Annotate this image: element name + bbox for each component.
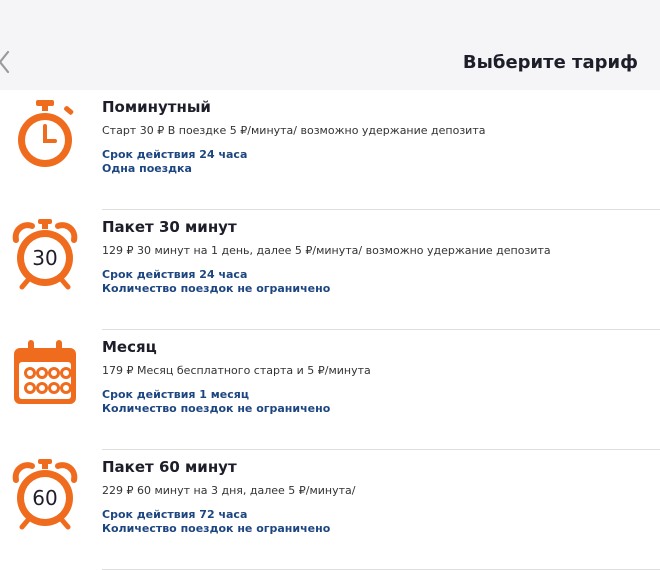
alarm-clock-60-icon: 60 (10, 456, 80, 530)
tariff-name: Пакет 30 минут (102, 218, 237, 236)
tariff-description: Старт 30 ₽ В поездке 5 ₽/минута/ возможн… (102, 124, 486, 137)
tariff-rides: Количество поездок не ограничено (102, 282, 331, 295)
alarm-clock-30-icon: 30 (10, 216, 80, 290)
badge-label: 60 (32, 486, 57, 510)
calendar-icon (10, 336, 80, 410)
tariff-validity: Срок действия 1 месяц (102, 388, 249, 401)
tariff-name: Поминутный (102, 98, 211, 116)
tariff-validity: Срок действия 24 часа (102, 148, 248, 161)
tariff-name: Месяц (102, 338, 157, 356)
page-title: Выберите тариф (462, 52, 638, 73)
tariff-rides: Одна поездка (102, 162, 192, 175)
tariff-validity: Срок действия 72 часа (102, 508, 248, 521)
header: Выберите тариф (0, 0, 660, 90)
tariff-validity: Срок действия 24 часа (102, 268, 248, 281)
tariff-rides: Количество поездок не ограничено (102, 402, 331, 415)
tariff-list: Поминутный Старт 30 ₽ В поездке 5 ₽/мину… (0, 90, 660, 570)
tariff-item-30-min[interactable]: 30 Пакет 30 минут 129 ₽ 30 минут на 1 де… (0, 210, 660, 330)
back-chevron-icon[interactable] (0, 48, 16, 76)
tariff-description: 229 ₽ 60 минут на 3 дня, далее 5 ₽/минут… (102, 484, 356, 497)
tariff-item-60-min[interactable]: 60 Пакет 60 минут 229 ₽ 60 минут на 3 дн… (0, 450, 660, 570)
tariff-description: 129 ₽ 30 минут на 1 день, далее 5 ₽/мину… (102, 244, 551, 257)
tariff-rides: Количество поездок не ограничено (102, 522, 331, 535)
tariff-item-per-minute[interactable]: Поминутный Старт 30 ₽ В поездке 5 ₽/мину… (0, 90, 660, 210)
badge-label: 30 (32, 246, 57, 270)
stopwatch-icon (10, 96, 80, 170)
tariff-name: Пакет 60 минут (102, 458, 237, 476)
tariff-description: 179 ₽ Месяц бесплатного старта и 5 ₽/мин… (102, 364, 371, 377)
tariff-item-month[interactable]: Месяц 179 ₽ Месяц бесплатного старта и 5… (0, 330, 660, 450)
